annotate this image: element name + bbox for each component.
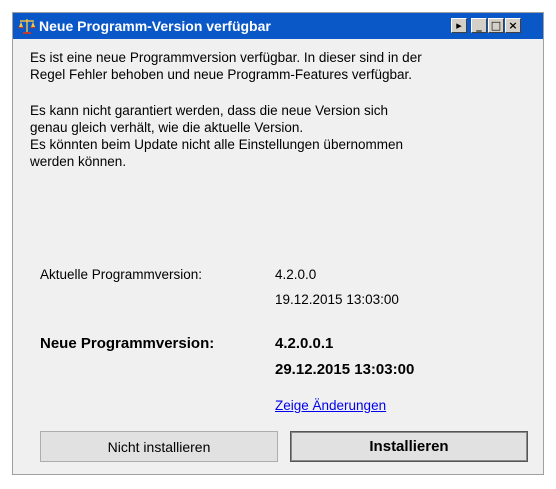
skip-install-button[interactable]: Nicht installieren: [40, 431, 278, 462]
info-line-1: Es ist eine neue Programmversion verfügb…: [30, 50, 422, 65]
warning-line-1: Es kann nicht garantiert werden, dass di…: [30, 103, 388, 118]
close-button[interactable]: ×: [505, 18, 521, 33]
show-changes-link[interactable]: Zeige Änderungen: [275, 398, 386, 413]
maximize-button[interactable]: □: [488, 18, 504, 33]
scales-icon: [18, 19, 36, 34]
current-version-value: 4.2.0.0: [275, 267, 317, 282]
maximize-icon: □: [490, 19, 502, 32]
new-version-label: Neue Programmversion:: [40, 335, 215, 352]
extra-menu-button[interactable]: ▸: [451, 18, 467, 33]
current-version-date: 19.12.2015 13:03:00: [275, 292, 399, 307]
minimize-button[interactable]: _: [471, 18, 487, 33]
title-bar[interactable]: Neue Programm-Version verfügbar ▸ _ □ ×: [13, 13, 543, 39]
warning-paragraph: Es kann nicht garantiert werden, dass di…: [30, 102, 530, 170]
current-version-label: Aktuelle Programmversion:: [40, 267, 203, 282]
update-dialog: Neue Programm-Version verfügbar ▸ _ □ × …: [12, 12, 544, 475]
warning-line-2: genau gleich verhält, wie die aktuelle V…: [30, 120, 304, 135]
minimize-icon: _: [476, 19, 482, 32]
info-line-2: Regel Fehler behoben und neue Programm-F…: [30, 67, 412, 82]
close-icon: ×: [508, 19, 518, 32]
info-paragraph: Es ist eine neue Programmversion verfügb…: [30, 49, 530, 83]
new-version-value: 4.2.0.0.1: [275, 335, 334, 352]
warning-line-4: werden können.: [30, 154, 127, 169]
warning-line-3: Es könnten beim Update nicht alle Einste…: [30, 137, 403, 152]
triangle-right-icon: ▸: [456, 19, 462, 32]
window-title: Neue Programm-Version verfügbar: [39, 18, 271, 34]
new-version-date: 29.12.2015 13:03:00: [275, 361, 415, 378]
install-button[interactable]: Installieren: [290, 431, 528, 462]
